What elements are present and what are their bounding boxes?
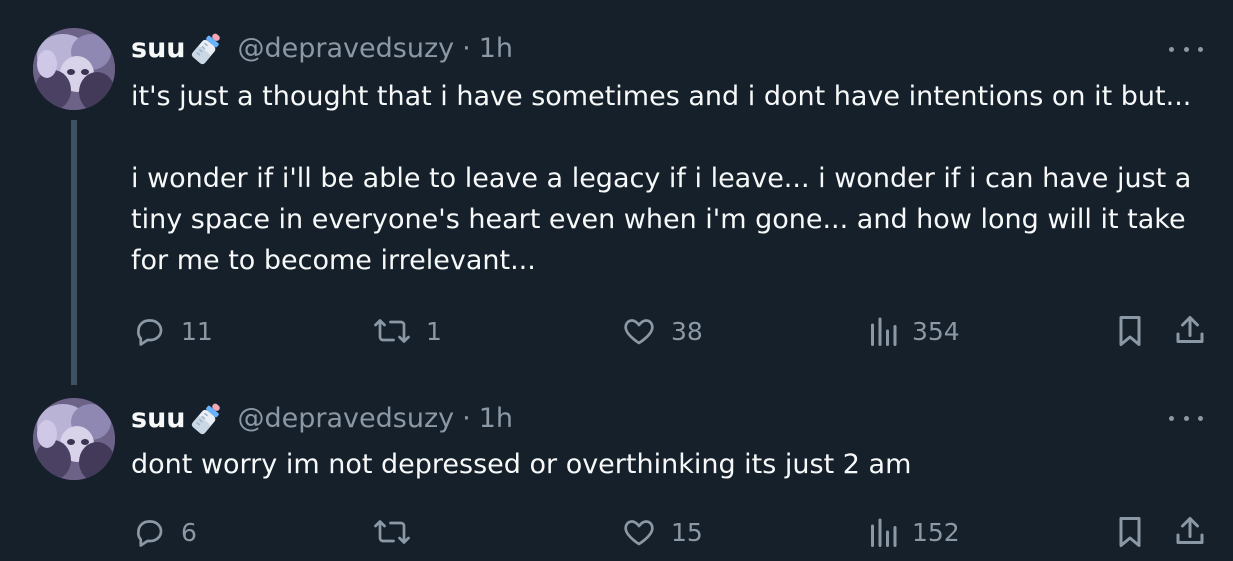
baby-bottle-icon: [188, 29, 226, 67]
display-name[interactable]: suu: [131, 403, 186, 434]
avatar[interactable]: [33, 28, 115, 110]
baby-bottle-icon: [188, 399, 226, 437]
display-name[interactable]: suu: [131, 33, 186, 64]
reply-count: 6: [181, 517, 197, 547]
avatar[interactable]: [33, 398, 115, 480]
separator-dot: ·: [462, 32, 471, 64]
separator-dot: ·: [462, 402, 471, 434]
retweet-button[interactable]: [372, 510, 426, 554]
heart-icon: [624, 520, 654, 546]
user-handle[interactable]: @depravedsuzy: [238, 403, 455, 434]
share-icon: [1176, 316, 1204, 343]
action-bar: 6 15 152: [131, 510, 1211, 554]
bookmark-button[interactable]: [1114, 510, 1146, 554]
bookmark-icon: [1119, 316, 1141, 346]
share-icon: [1176, 517, 1204, 544]
timestamp[interactable]: 1h: [479, 33, 513, 64]
reply-button[interactable]: 6: [131, 510, 197, 554]
tweet[interactable]: suu @depravedsuzy · 1h dont worry im not…: [0, 390, 1233, 561]
views-button[interactable]: 354: [868, 309, 960, 353]
retweet-icon: [374, 319, 410, 343]
more-options-icon[interactable]: [1169, 44, 1203, 54]
tweet[interactable]: suu @depravedsuzy · 1h it's just a thoug…: [0, 0, 1233, 390]
action-bar: 11 1 38 354: [131, 309, 1211, 353]
reply-count: 11: [181, 316, 213, 346]
tweet-text: it's just a thought that i have sometime…: [131, 76, 1211, 281]
more-options-icon[interactable]: [1169, 413, 1203, 423]
reply-button[interactable]: 11: [131, 309, 213, 353]
heart-icon: [624, 319, 654, 345]
tweet-header: suu @depravedsuzy · 1h: [131, 398, 513, 438]
view-count: 354: [912, 316, 960, 346]
reply-icon: [136, 319, 163, 346]
like-count: 38: [671, 316, 703, 346]
like-button[interactable]: 15: [621, 510, 703, 554]
like-count: 15: [671, 517, 703, 547]
user-handle[interactable]: @depravedsuzy: [238, 33, 455, 64]
reply-icon: [136, 520, 163, 547]
retweet-count: 1: [426, 316, 442, 346]
retweet-icon: [374, 520, 410, 544]
analytics-icon: [871, 317, 897, 346]
bookmark-button[interactable]: [1114, 309, 1146, 353]
tweet-paragraph: dont worry im not depressed or overthink…: [131, 449, 912, 480]
share-button[interactable]: [1172, 309, 1208, 353]
timestamp[interactable]: 1h: [479, 403, 513, 434]
tweet-header: suu @depravedsuzy · 1h: [131, 28, 513, 68]
share-button[interactable]: [1172, 510, 1208, 554]
retweet-button[interactable]: 1: [372, 309, 442, 353]
views-button[interactable]: 152: [868, 510, 960, 554]
thread-connector-line: [71, 120, 77, 385]
view-count: 152: [912, 517, 960, 547]
tweet-text: dont worry im not depressed or overthink…: [131, 444, 1211, 485]
bookmark-icon: [1119, 517, 1141, 547]
tweet-paragraph: i wonder if i'll be able to leave a lega…: [131, 163, 1192, 276]
tweet-paragraph: it's just a thought that i have sometime…: [131, 81, 1192, 112]
like-button[interactable]: 38: [621, 309, 703, 353]
analytics-icon: [871, 518, 897, 547]
